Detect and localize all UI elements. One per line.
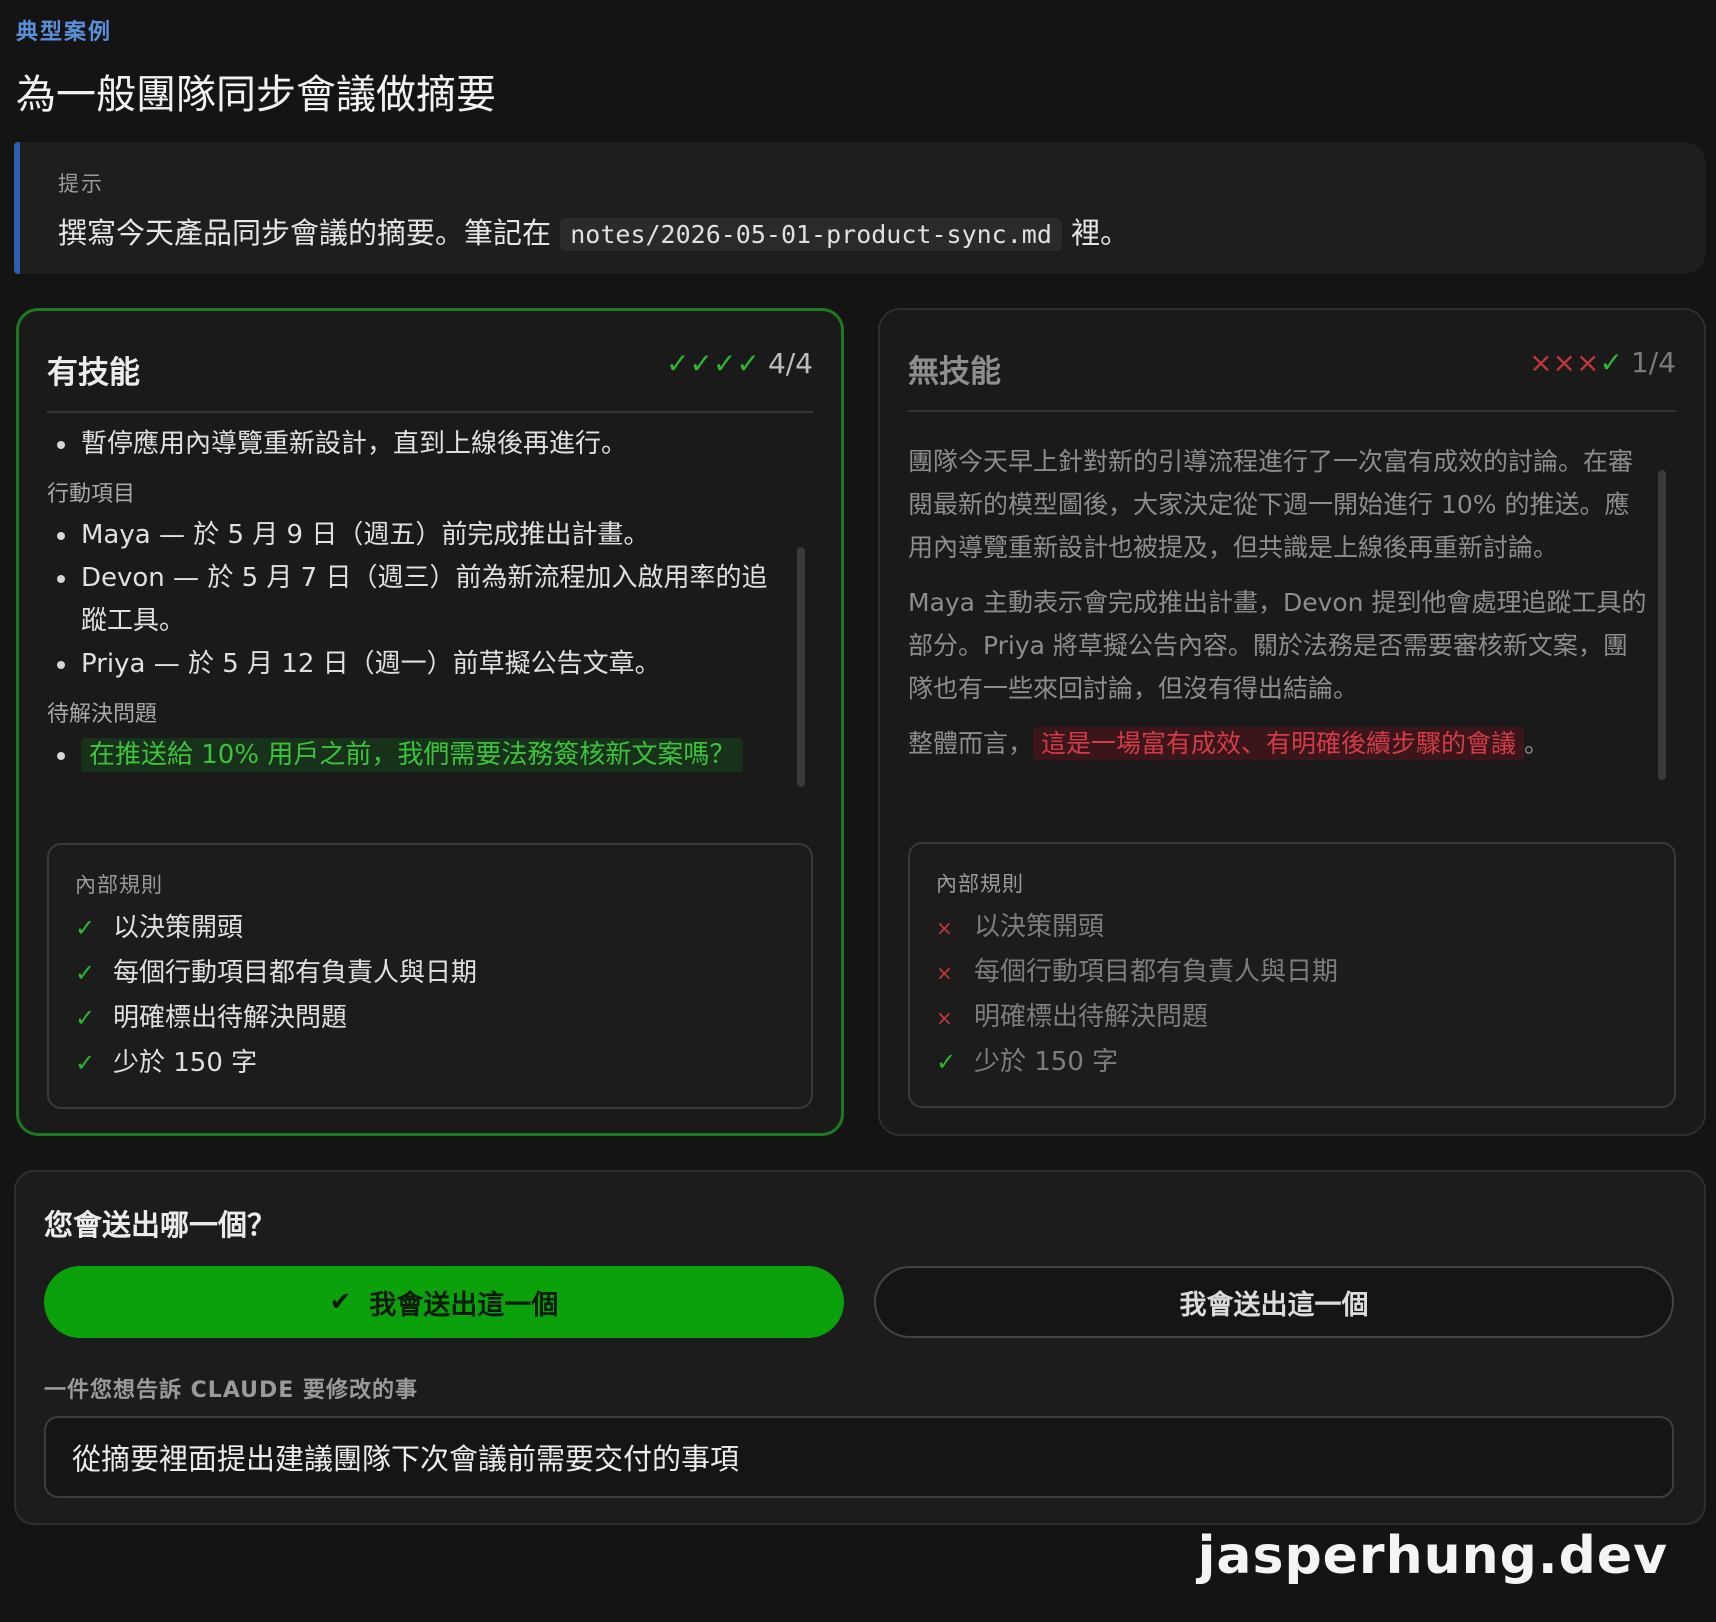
with-skill-scrollbar[interactable]	[797, 547, 805, 787]
without-skill-title: 無技能	[908, 354, 1001, 390]
with-skill-summary: 暫停應用內導覽重新設計，直到上線後再進行。 行動項目 Maya — 於 5 月 …	[47, 423, 789, 777]
without-skill-score: ×××✓ 1/4	[1529, 346, 1676, 379]
eyebrow-label: 典型案例	[16, 20, 113, 45]
check-icon: ✔	[329, 1287, 352, 1317]
check-icon: ✓	[75, 959, 96, 987]
open-question-highlight: 在推送給 10% 用戶之前，我們需要法務簽核新文案嗎？	[81, 738, 744, 772]
prompt-text: 撰寫今天產品同步會議的摘要。筆記在 notes/2026-05-01-produ…	[58, 210, 1129, 252]
rule-item: × 每個行動項目都有負責人與日期	[936, 951, 1338, 988]
rules-title: 內部規則	[936, 872, 1024, 896]
vague-claim-highlight: 這是一場富有成效、有明確後續步驟的會議	[1033, 727, 1525, 760]
prompt-text-before: 撰寫今天產品同步會議的摘要。筆記在	[58, 216, 561, 250]
rule-text: 以決策開頭	[974, 912, 1105, 942]
action-item: Devon — 於 5 月 7 日（週三）前為新流程加入啟用率的追蹤工具。	[47, 557, 789, 643]
choice-section: 您會送出哪一個？ ✔ 我會送出這一個 我會送出這一個 一件您想告訴 CLAUDE…	[14, 1170, 1706, 1525]
check-icon: ✓	[936, 1048, 957, 1076]
open-question-item: 在推送給 10% 用戶之前，我們需要法務簽核新文案嗎？	[47, 734, 789, 777]
check-icon: ✓	[75, 1049, 96, 1077]
rule-text: 明確標出待解決問題	[974, 1002, 1209, 1032]
decision-bullet: 暫停應用內導覽重新設計，直到上線後再進行。	[47, 423, 789, 466]
action-item: Priya — 於 5 月 12 日（週一）前草擬公告文章。	[47, 643, 789, 686]
rule-text: 以決策開頭	[113, 913, 244, 943]
rule-item: ✓ 以決策開頭	[75, 907, 243, 944]
rule-item: ✓ 少於 150 字	[75, 1042, 257, 1079]
with-skill-header: 有技能 ✓✓✓✓ 4/4	[47, 337, 813, 413]
prompt-box: 提示 撰寫今天產品同步會議的摘要。筆記在 notes/2026-05-01-pr…	[14, 142, 1706, 274]
cross-icon: ×	[936, 1006, 953, 1030]
feedback-input[interactable]: 從摘要裡面提出建議團隊下次會議前需要交付的事項	[44, 1416, 1674, 1498]
button-label: 我會送出這一個	[369, 1289, 559, 1321]
rule-text: 每個行動項目都有負責人與日期	[974, 957, 1339, 987]
feedback-label: 一件您想告訴 CLAUDE 要修改的事	[44, 1378, 418, 1403]
without-skill-header: 無技能 ×××✓ 1/4	[908, 336, 1676, 412]
prompt-label: 提示	[58, 172, 104, 196]
action-items-label: 行動項目	[47, 482, 136, 507]
with-skill-title: 有技能	[47, 355, 140, 391]
without-skill-scrollbar[interactable]	[1658, 470, 1666, 780]
with-skill-rules: 內部規則 ✓ 以決策開頭 ✓ 每個行動項目都有負責人與日期 ✓ 明確標出待解決問題 ✓…	[47, 843, 813, 1109]
rule-item: × 明確標出待解決問題	[936, 996, 1208, 1033]
rule-text: 明確標出待解決問題	[113, 1003, 348, 1033]
action-item: Maya — 於 5 月 9 日（週五）前完成推出計畫。	[47, 514, 789, 557]
check-icon: ✓	[75, 914, 96, 942]
cross-icon: ×	[936, 961, 953, 985]
paragraph-text: 。	[1524, 729, 1550, 758]
without-skill-panel: 無技能 ×××✓ 1/4 團隊今天早上針對新的引導流程進行了一次富有成效的討論。在…	[878, 308, 1706, 1136]
rule-text: 每個行動項目都有負責人與日期	[113, 958, 478, 988]
rule-item: × 以決策開頭	[936, 906, 1104, 943]
rules-title: 內部規則	[75, 873, 163, 897]
paragraph-text: 整體而言，	[908, 729, 1034, 758]
summary-paragraph: 團隊今天早上針對新的引導流程進行了一次富有成效的討論。在審閱最新的模型圖後，大家…	[908, 447, 1634, 562]
open-questions-label: 待解決問題	[47, 702, 158, 727]
summary-paragraph: 整體而言， 這是一場富有成效、有明確後續步驟的會議。	[908, 722, 1652, 765]
without-skill-score-value: 1/4	[1630, 346, 1676, 379]
check-icon: ✓	[75, 1004, 96, 1032]
without-skill-summary: 團隊今天早上針對新的引導流程進行了一次富有成效的討論。在審閱最新的模型圖後，大家…	[908, 440, 1652, 777]
score-check-icon: ✓	[1599, 346, 1623, 379]
send-with-skill-button[interactable]: ✔ 我會送出這一個	[44, 1266, 844, 1338]
cross-icon: ×	[936, 916, 953, 940]
button-label: 我會送出這一個	[1179, 1289, 1369, 1321]
send-without-skill-button[interactable]: 我會送出這一個	[874, 1266, 1674, 1338]
rule-text: 少於 150 字	[113, 1048, 258, 1078]
watermark: jasperhung.dev	[1197, 1526, 1668, 1586]
with-skill-panel: 有技能 ✓✓✓✓ 4/4 暫停應用內導覽重新設計，直到上線後再進行。 行動項目 M…	[16, 308, 844, 1136]
with-skill-score-value: 4/4	[767, 347, 813, 380]
prompt-text-after: 裡。	[1061, 216, 1130, 250]
rule-item: ✓ 少於 150 字	[936, 1041, 1118, 1078]
score-cross-icons: ×××	[1529, 346, 1600, 379]
with-skill-score: ✓✓✓✓ 4/4	[666, 347, 813, 380]
rule-item: ✓ 每個行動項目都有負責人與日期	[75, 952, 477, 989]
rule-text: 少於 150 字	[974, 1047, 1119, 1077]
choice-question: 您會送出哪一個？	[44, 1208, 277, 1242]
without-skill-rules: 內部規則 × 以決策開頭 × 每個行動項目都有負責人與日期 × 明確標出待解決問題 ✓…	[908, 842, 1676, 1108]
page-title: 為一般團隊同步會議做摘要	[16, 72, 496, 118]
prompt-file-path: notes/2026-05-01-product-sync.md	[560, 218, 1062, 251]
rule-item: ✓ 明確標出待解決問題	[75, 997, 347, 1034]
score-check-icons: ✓✓✓✓	[666, 347, 760, 380]
summary-paragraph: Maya 主動表示會完成推出計畫，Devon 提到他會處理追蹤工具的部分。Pri…	[908, 588, 1647, 703]
